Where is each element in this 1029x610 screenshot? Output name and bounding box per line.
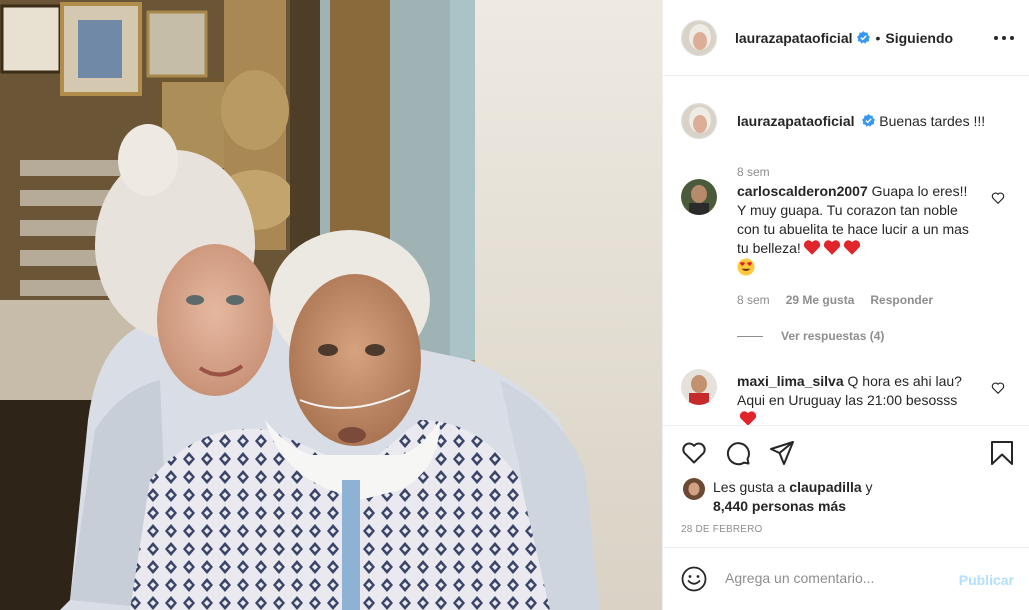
view-replies-button[interactable]: Ver respuestas (4) bbox=[737, 329, 884, 343]
red-heart-icon bbox=[803, 240, 820, 255]
caption-timestamp[interactable]: 8 sem bbox=[737, 165, 770, 179]
comment-icon[interactable] bbox=[725, 440, 751, 466]
red-heart-icon bbox=[823, 240, 840, 255]
comment-input[interactable] bbox=[725, 570, 945, 586]
heart-eyes-emoji-icon bbox=[737, 258, 755, 276]
comment-like-heart-icon[interactable] bbox=[991, 191, 1005, 205]
add-comment-bar: Publicar bbox=[663, 547, 1029, 610]
caption-avatar[interactable] bbox=[681, 103, 717, 139]
likes-count[interactable]: 8,440 personas más bbox=[713, 498, 846, 514]
likes-prefix: Les gusta a bbox=[713, 479, 790, 495]
liker-username[interactable]: claupadilla bbox=[789, 479, 861, 495]
likes-text: Les gusta a claupadilla y 8,440 personas… bbox=[713, 478, 973, 516]
caption-text: Buenas tardes !!! bbox=[879, 113, 986, 129]
post-actions: Les gusta a claupadilla y 8,440 personas… bbox=[663, 425, 1029, 547]
comment-timestamp[interactable]: 8 sem bbox=[737, 293, 770, 307]
comment-text-block: carloscalderon2007 Guapa lo eres!! Y muy… bbox=[737, 182, 977, 278]
comments-list[interactable]: laurazapataoficial Buenas tardes !!! 8 s… bbox=[663, 77, 1029, 425]
more-dot bbox=[1002, 36, 1006, 40]
more-dot bbox=[1010, 36, 1014, 40]
following-button[interactable]: Siguiendo bbox=[885, 30, 953, 46]
comment-like-heart-icon[interactable] bbox=[991, 381, 1005, 395]
more-options-icon[interactable] bbox=[994, 28, 1014, 48]
verified-badge-icon bbox=[862, 114, 876, 127]
caption-text-line: laurazapataoficial Buenas tardes !!! bbox=[737, 112, 1017, 130]
comment-username[interactable]: carloscalderon2007 bbox=[737, 183, 868, 199]
post-date[interactable]: 28 DE FEBRERO bbox=[681, 524, 763, 535]
comment-username[interactable]: maxi_lima_silva bbox=[737, 373, 844, 389]
post-photo[interactable] bbox=[0, 0, 662, 610]
liker-avatar[interactable] bbox=[683, 478, 705, 500]
more-dot bbox=[994, 36, 998, 40]
replies-divider-line bbox=[737, 335, 763, 337]
share-icon[interactable] bbox=[769, 440, 795, 466]
verified-badge-icon bbox=[856, 31, 870, 44]
comment-item: carloscalderon2007 Guapa lo eres!! Y muy… bbox=[681, 179, 1011, 349]
photo-image bbox=[0, 0, 662, 610]
comment-likes-count[interactable]: 29 Me gusta bbox=[786, 293, 855, 307]
comment-item: maxi_lima_silva Q hora es ahi lau? Aqui … bbox=[681, 369, 1011, 425]
caption-username[interactable]: laurazapataoficial bbox=[737, 113, 855, 129]
heart-icon[interactable] bbox=[681, 440, 707, 466]
view-replies-label: Ver respuestas (4) bbox=[781, 329, 885, 343]
red-heart-icon bbox=[739, 411, 757, 425]
smiley-icon[interactable] bbox=[681, 566, 707, 592]
likes-conjunction: y bbox=[861, 479, 873, 495]
author-avatar[interactable] bbox=[681, 19, 717, 56]
commenter-avatar[interactable] bbox=[681, 369, 717, 405]
reply-button[interactable]: Responder bbox=[870, 293, 933, 307]
publish-button[interactable]: Publicar bbox=[959, 572, 1014, 588]
separator-dot: • bbox=[875, 29, 881, 46]
bookmark-icon[interactable] bbox=[989, 440, 1015, 466]
comment-text-block: maxi_lima_silva Q hora es ahi lau? Aqui … bbox=[737, 372, 977, 425]
post-side-panel: laurazapataoficial • Siguiendo laurazapa bbox=[662, 0, 1029, 610]
post-header: laurazapataoficial • Siguiendo bbox=[663, 0, 1029, 76]
author-username[interactable]: laurazapataoficial bbox=[735, 30, 853, 46]
red-heart-icon bbox=[843, 240, 860, 255]
commenter-avatar[interactable] bbox=[681, 179, 717, 215]
comment-meta: 8 sem 29 Me gusta Responder bbox=[737, 293, 933, 307]
